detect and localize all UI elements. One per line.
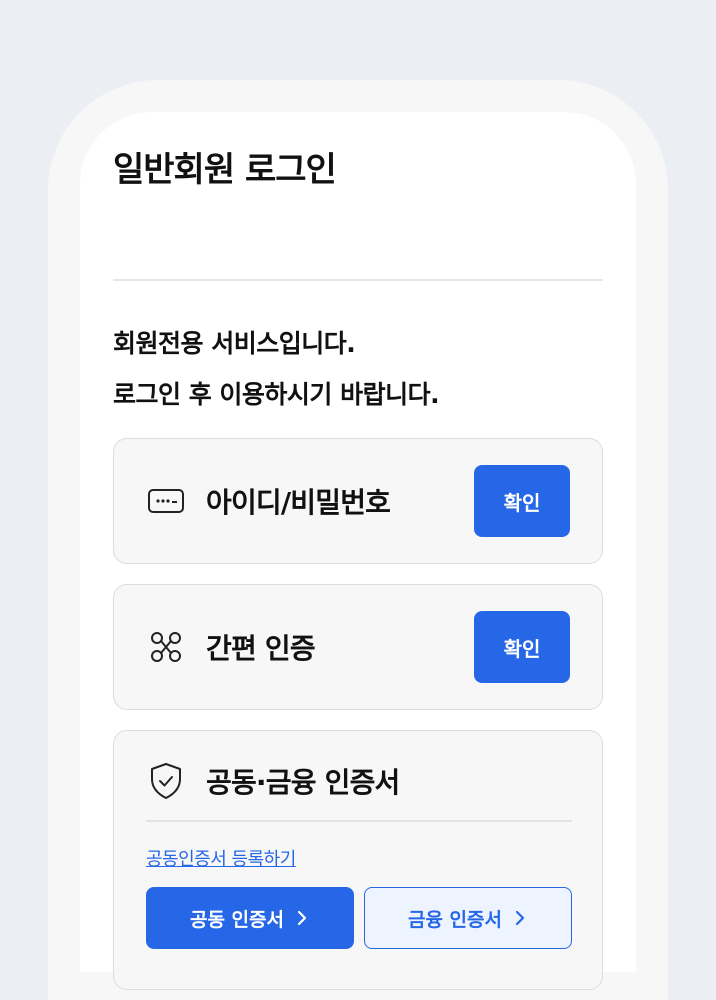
password-field-icon (146, 481, 186, 521)
chevron-right-icon (297, 910, 307, 926)
joint-certificate-label: 공동 인증서 (189, 908, 284, 931)
notice-text: 회원전용 서비스입니다. 로그인 후 이용하시기 바랍니다. (113, 318, 440, 420)
id-password-label: 아이디/비밀번호 (206, 486, 391, 519)
page-title: 일반회원 로그인 (113, 150, 337, 190)
certificate-label: 공동·금융 인증서 (206, 766, 400, 799)
easy-auth-card[interactable]: 간편 인증 확인 (113, 584, 603, 710)
notice-line-2: 로그인 후 이용하시기 바랍니다. (113, 380, 440, 409)
easy-auth-icon (146, 627, 186, 667)
easy-auth-label: 간편 인증 (206, 632, 316, 665)
financial-certificate-button[interactable]: 금융 인증서 (364, 887, 572, 949)
id-password-card[interactable]: 아이디/비밀번호 확인 (113, 438, 603, 564)
easy-auth-confirm-button[interactable]: 확인 (474, 611, 570, 683)
id-password-confirm-button[interactable]: 확인 (474, 465, 570, 537)
certificate-divider (146, 820, 572, 822)
financial-certificate-label: 금융 인증서 (407, 908, 502, 931)
joint-certificate-button[interactable]: 공동 인증서 (146, 887, 354, 949)
notice-line-1: 회원전용 서비스입니다. (113, 329, 356, 358)
certificate-card: 공동·금융 인증서 공동인증서 등록하기 공동 인증서 금융 인증서 (113, 730, 603, 990)
chevron-right-icon (515, 910, 525, 926)
shield-check-icon (146, 761, 186, 801)
title-divider (113, 279, 603, 281)
register-certificate-link[interactable]: 공동인증서 등록하기 (146, 845, 296, 871)
